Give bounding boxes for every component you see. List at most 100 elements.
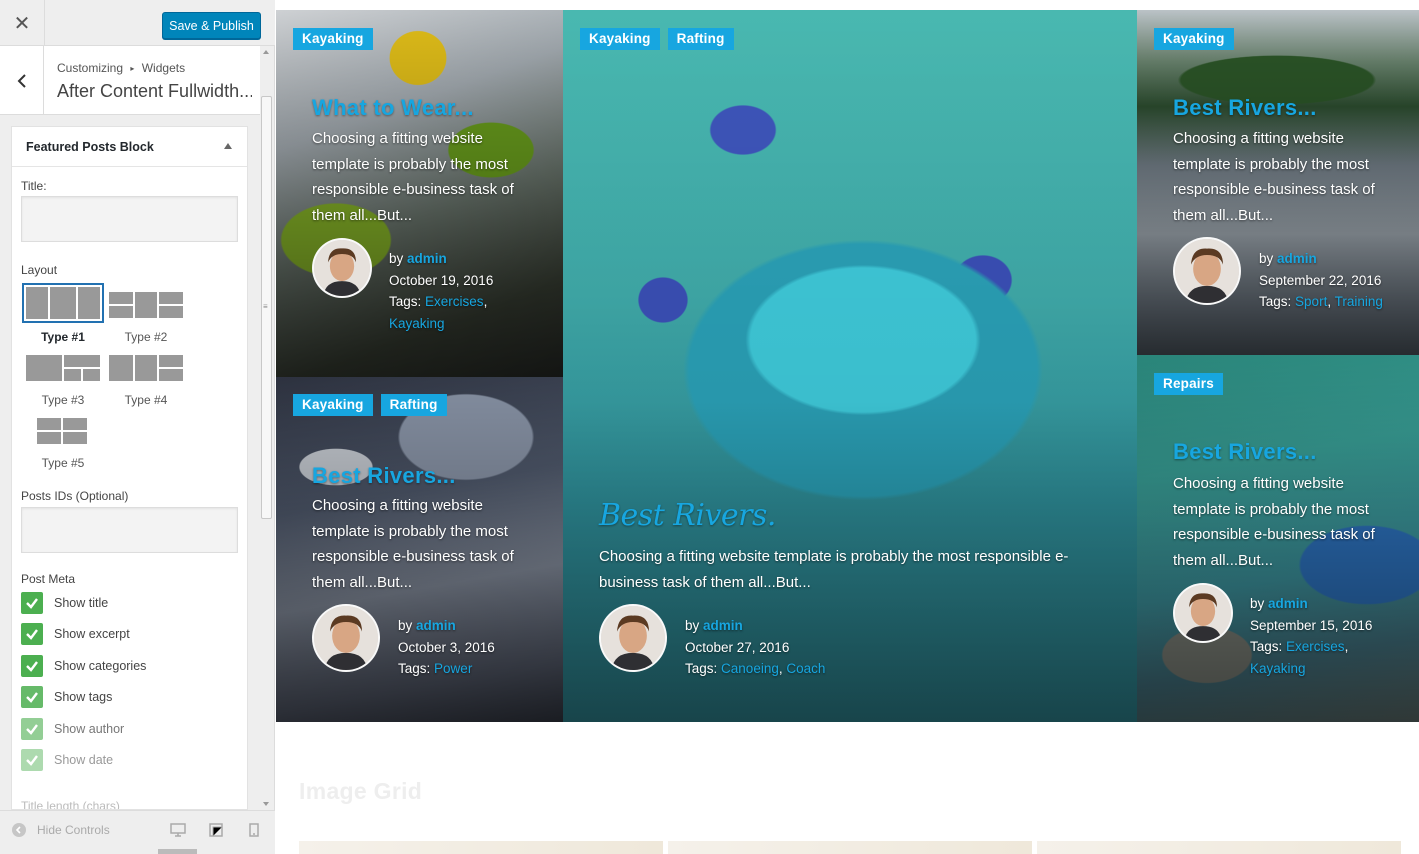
tag-link[interactable]: Power (434, 661, 472, 676)
section-header: Customizing ▸ Widgets After Content Full… (0, 46, 260, 115)
collapse-sidebar-icon (12, 823, 26, 837)
collapse-arrow-icon[interactable] (224, 143, 232, 149)
post-meta-show-tags[interactable]: Show tags (21, 686, 112, 708)
image-grid-thumb[interactable] (668, 841, 1032, 854)
tablet-preview-icon[interactable] (209, 823, 223, 842)
checkbox-label: Show date (54, 753, 114, 767)
layout-caption-type-4: Type #4 (124, 393, 168, 407)
resize-handle[interactable] (158, 849, 197, 854)
checkbox-show-date[interactable] (21, 749, 43, 771)
layout-option-type-2[interactable] (109, 292, 183, 318)
scroll-down-icon[interactable] (263, 802, 269, 806)
close-customizer-button[interactable]: ✕ (0, 0, 45, 46)
tag-link[interactable]: Canoeing (721, 661, 779, 676)
post-meta-show-date[interactable]: Show date (21, 749, 113, 771)
tag-link[interactable]: Exercises (1286, 639, 1345, 654)
breadcrumb-parent: Customizing (57, 61, 124, 75)
layout-option-type-5[interactable] (37, 418, 87, 444)
post-meta-show-author[interactable]: Show author (21, 718, 124, 740)
tag-link[interactable]: Coach (786, 661, 825, 676)
author-avatar[interactable] (312, 238, 372, 298)
featured-post-tile[interactable]: Kayaking What to Wear... Choosing a fitt… (276, 10, 563, 377)
widget-header[interactable]: Featured Posts Block (12, 127, 247, 167)
hide-controls-button[interactable]: Hide Controls (12, 823, 110, 837)
category-badge[interactable]: Rafting (667, 28, 734, 50)
featured-post-tile[interactable]: Kayaking Best Rivers... Choosing a fitti… (1137, 10, 1419, 355)
mobile-preview-icon[interactable] (249, 823, 259, 842)
tag-link[interactable]: Kayaking (389, 316, 445, 331)
breadcrumb: Customizing ▸ Widgets (57, 61, 185, 75)
post-meta-show-excerpt[interactable]: Show excerpt (21, 623, 130, 645)
post-date: September 22, 2016 (1259, 272, 1382, 288)
post-title[interactable]: Best Rivers... (1173, 95, 1317, 121)
author-avatar[interactable] (312, 604, 380, 672)
layout-caption-type-3: Type #3 (41, 393, 85, 407)
category-badge[interactable]: Kayaking (293, 28, 373, 50)
chevron-left-icon (17, 73, 26, 88)
checkbox-show-author[interactable] (21, 718, 43, 740)
post-excerpt: Choosing a fitting website template is p… (312, 130, 514, 224)
post-meta-show-title[interactable]: Show title (21, 592, 108, 614)
site-preview: Kayaking What to Wear... Choosing a fitt… (276, 0, 1419, 854)
customizer-header-actions: ✕ Save & Publish (0, 0, 275, 46)
layout-option-type-3[interactable] (26, 355, 100, 381)
sidebar-scrollbar[interactable]: ≡ (260, 46, 273, 810)
widget-title: Featured Posts Block (26, 140, 154, 154)
tag-link[interactable]: Training (1335, 294, 1383, 309)
post-title[interactable]: What to Wear... (312, 95, 474, 121)
checkmark-icon (26, 755, 38, 766)
layout-label: Layout (21, 263, 58, 277)
image-grid-thumb[interactable] (299, 841, 663, 854)
post-meta-show-categories[interactable]: Show categories (21, 655, 146, 677)
checkbox-show-categories[interactable] (21, 655, 43, 677)
checkbox-show-title[interactable] (21, 592, 43, 614)
post-title[interactable]: Best Rivers... (312, 463, 456, 489)
author-avatar[interactable] (1173, 237, 1241, 305)
breadcrumb-current: Widgets (141, 61, 186, 75)
post-meta: by admin October 3, 2016 Tags: Power (398, 618, 495, 676)
author-link[interactable]: admin (1268, 596, 1308, 611)
desktop-preview-icon[interactable] (170, 823, 186, 842)
checkbox-label: Show tags (54, 690, 113, 704)
post-title[interactable]: Best Rivers. (599, 498, 776, 533)
category-badge[interactable]: Rafting (380, 394, 447, 416)
post-title[interactable]: Best Rivers... (1173, 439, 1317, 465)
checkmark-icon (26, 692, 38, 703)
category-badge[interactable]: Kayaking (580, 28, 660, 50)
title-field[interactable] (21, 196, 238, 242)
checkbox-show-excerpt[interactable] (21, 623, 43, 645)
category-badge[interactable]: Kayaking (293, 394, 373, 416)
author-link[interactable]: admin (407, 251, 447, 266)
featured-post-tile[interactable]: Kayaking Rafting Best Rivers... Choosing… (276, 377, 563, 722)
author-link[interactable]: admin (703, 618, 743, 633)
category-badge[interactable]: Kayaking (1154, 28, 1234, 50)
posts-ids-field[interactable] (21, 507, 238, 553)
tag-link[interactable]: Exercises (425, 294, 484, 309)
layout-option-type-4[interactable] (109, 355, 183, 381)
back-button[interactable] (0, 46, 44, 115)
checkmark-icon (26, 629, 38, 640)
layout-option-type-1[interactable] (22, 283, 104, 323)
author-link[interactable]: admin (416, 618, 456, 633)
post-categories: Kayaking Rafting (580, 28, 734, 50)
checkbox-label: Show categories (54, 659, 147, 673)
author-avatar[interactable] (1173, 583, 1233, 643)
post-excerpt: Choosing a fitting website template is p… (599, 548, 1069, 591)
checkmark-icon (26, 598, 38, 609)
scroll-up-icon[interactable] (263, 50, 269, 54)
checkbox-label: Show excerpt (54, 627, 130, 641)
post-date: October 27, 2016 (685, 639, 790, 655)
tag-link[interactable]: Kayaking (1250, 661, 1306, 676)
posts-ids-label: Posts IDs (Optional) (21, 489, 129, 503)
featured-post-tile[interactable]: Repairs Best Rivers... Choosing a fittin… (1137, 355, 1419, 722)
author-link[interactable]: admin (1277, 251, 1317, 266)
image-grid-thumb[interactable] (1037, 841, 1401, 854)
save-publish-button[interactable]: Save & Publish (162, 12, 261, 39)
image-grid-heading: Image Grid (299, 778, 423, 804)
checkbox-show-tags[interactable] (21, 686, 43, 708)
author-avatar[interactable] (599, 604, 667, 672)
featured-post-tile[interactable]: Kayaking Rafting Best Rivers. Choosing a… (563, 10, 1137, 722)
category-badge[interactable]: Repairs (1154, 373, 1223, 395)
post-meta: by admin September 22, 2016 Tags: Sport,… (1259, 251, 1383, 309)
tag-link[interactable]: Sport (1295, 294, 1327, 309)
